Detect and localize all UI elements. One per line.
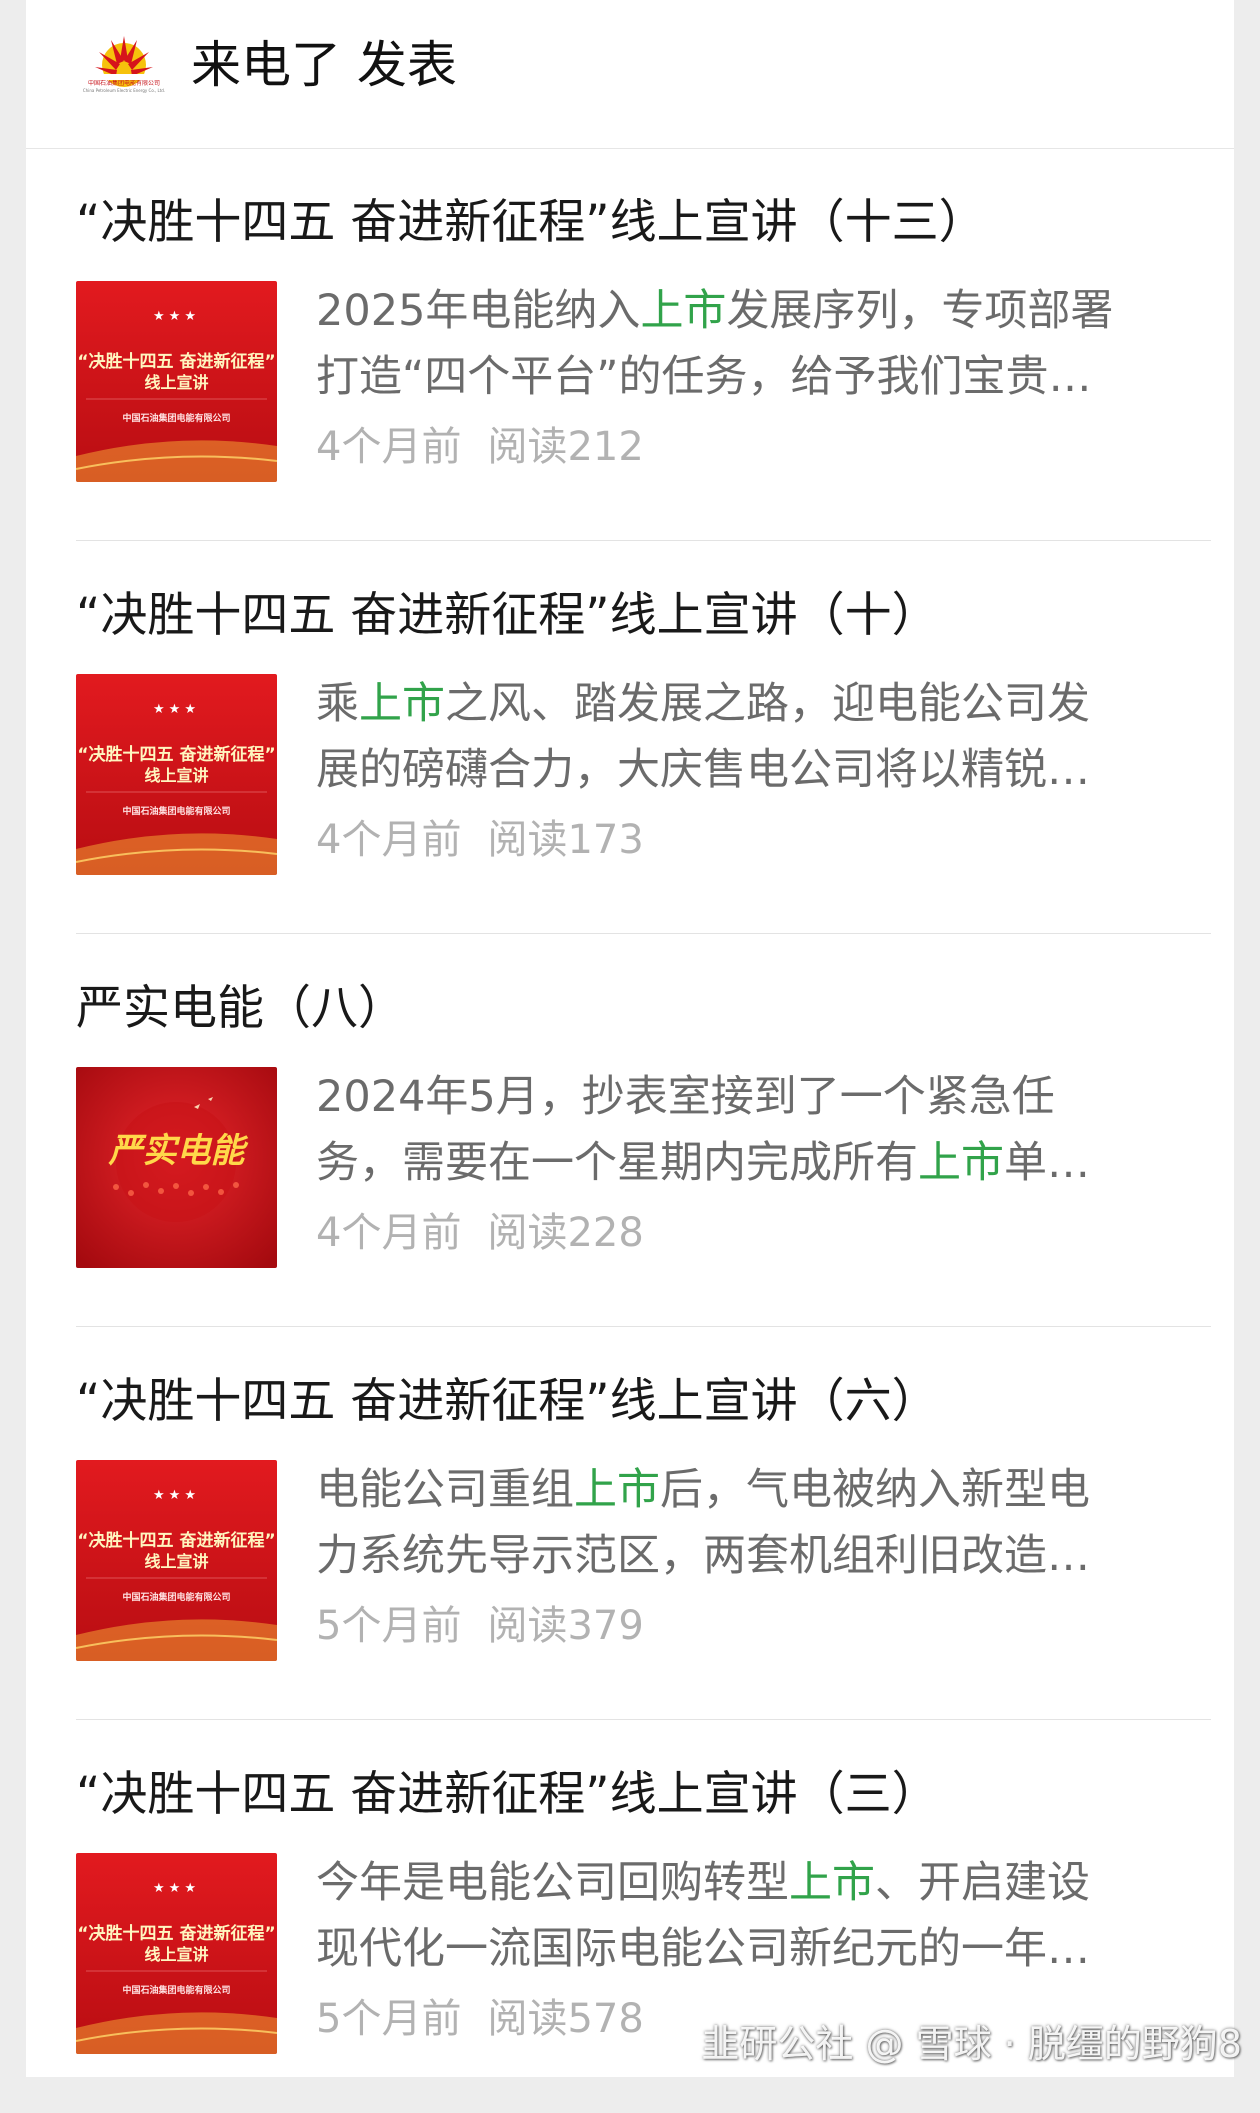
article-title[interactable]: “决胜十四五 奋进新征程”线上宣讲（十三） [76,192,1211,254]
summary-text: 现代化一流国际电能公司新纪元的一年… [316,1924,1090,1974]
summary-text: 后，气电被纳入新型电 [660,1465,1090,1515]
article-summary: 2025年电能纳入上市发展序列，专项部署 打造“四个平台”的任务，给予我们宝贵… [316,278,1211,410]
read-count: 阅读578 [487,1996,644,2042]
summary-text: 2025年电能纳入 [316,286,641,336]
article-meta: 4个月前 阅读173 [316,812,644,868]
article-thumbnail[interactable]: ★★★ “决胜十四五 奋进新征程” 线上宣讲 中国石油集团电能有限公司 [76,674,277,875]
summary-text: 力系统先导示范区，两套机组利旧改造… [316,1531,1090,1581]
summary-text: 单… [1004,1138,1090,1188]
article-summary: 乘上市之风、踏发展之路，迎电能公司发 展的磅礴合力，大庆售电公司将以精锐… [316,671,1211,803]
thumb-title-line2: 线上宣讲 [144,373,209,392]
summary-text: 展的磅礴合力，大庆售电公司将以精锐… [316,745,1090,795]
account-header-title: 来电了 发表 [191,36,457,94]
publish-time: 4个月前 [316,424,462,470]
account-header: 中国石油集团电能有限公司 China Petroleum Electric En… [26,0,1234,149]
publish-time: 5个月前 [316,1996,462,2042]
article-item[interactable]: “决胜十四五 奋进新征程”线上宣讲（六） ★★★ “决胜十四五 奋进新征程” 线… [76,1327,1211,1720]
article-title[interactable]: “决胜十四五 奋进新征程”线上宣讲（三） [76,1764,1211,1826]
article-title[interactable]: “决胜十四五 奋进新征程”线上宣讲（十） [76,585,1211,647]
summary-keyword-highlight: 上市 [640,286,727,336]
summary-text: 、开启建设 [875,1858,1090,1908]
publish-time: 5个月前 [316,1603,462,1649]
summary-text: 今年是电能公司回购转型 [316,1858,789,1908]
summary-text: 之风、踏发展之路，迎电能公司发 [445,679,1090,729]
thumb-title-line2: 线上宣讲 [144,766,209,785]
thumb-stars-icon: ★★★ [153,1488,200,1503]
article-thumbnail[interactable]: ★★★ “决胜十四五 奋进新征程” 线上宣讲 中国石油集团电能有限公司 [76,1460,277,1661]
summary-keyword-highlight: 上市 [918,1138,1004,1188]
article-list-card: 中国石油集团电能有限公司 China Petroleum Electric En… [26,0,1234,2077]
article-thumbnail[interactable]: 严实电能 [76,1067,277,1268]
watermark: 韭研公社 @ 雪球 · 脱缰的野狗8 [701,2022,1242,2066]
summary-text: 打造“四个平台”的任务，给予我们宝贵… [316,352,1092,402]
thumb-stars-icon: ★★★ [153,309,200,324]
article-item[interactable]: 严实电能（八） 严实电能 2024年5月，抄表室接到了一个紧急任 务，需要在一个… [76,934,1211,1327]
logo-caption-english: China Petroleum Electric Energy Co., Ltd… [82,88,166,93]
publish-time: 4个月前 [316,1210,462,1256]
article-meta: 5个月前 阅读379 [316,1598,644,1654]
article-meta: 4个月前 阅读228 [316,1205,644,1261]
article-item[interactable]: “决胜十四五 奋进新征程”线上宣讲（十） ★★★ “决胜十四五 奋进新征程” 线… [76,541,1211,934]
publish-time: 4个月前 [316,817,462,863]
article-title[interactable]: 严实电能（八） [76,978,1211,1040]
summary-text: 2024年5月，抄表室接到了一个紧急任 [316,1072,1055,1122]
thumb-title-line2: 线上宣讲 [144,1552,209,1571]
logo-caption: 中国石油集团电能有限公司 [87,80,160,87]
article-summary: 今年是电能公司回购转型上市、开启建设 现代化一流国际电能公司新纪元的一年… [316,1850,1211,1982]
thumb-stars-icon: ★★★ [153,1881,200,1896]
thumb-stars-icon: ★★★ [153,702,200,717]
article-thumbnail[interactable]: ★★★ “决胜十四五 奋进新征程” 线上宣讲 中国石油集团电能有限公司 [76,281,277,482]
summary-keyword-highlight: 上市 [789,1858,875,1908]
thumb-organization: 中国石油集团电能有限公司 [122,1593,231,1603]
article-thumbnail[interactable]: ★★★ “决胜十四五 奋进新征程” 线上宣讲 中国石油集团电能有限公司 [76,1853,277,2054]
summary-text: 务，需要在一个星期内完成所有 [316,1138,918,1188]
article-meta: 4个月前 阅读212 [316,419,644,475]
read-count: 阅读212 [487,424,644,470]
summary-keyword-highlight: 上市 [359,679,445,729]
read-count: 阅读173 [487,817,644,863]
article-summary: 2024年5月，抄表室接到了一个紧急任 务，需要在一个星期内完成所有上市单… [316,1064,1211,1196]
thumb-script-title: 严实电能 [108,1131,245,1171]
article-item[interactable]: “决胜十四五 奋进新征程”线上宣讲（十三） ★★★ “决胜十四五 奋进新征程” … [76,148,1211,541]
summary-text: 电能公司重组 [316,1465,574,1515]
summary-text: 乘 [316,679,359,729]
article-meta: 5个月前 阅读578 [316,1991,644,2047]
thumb-organization: 中国石油集团电能有限公司 [122,807,231,817]
summary-keyword-highlight: 上市 [574,1465,660,1515]
summary-text: 发展序列，专项部署 [726,286,1114,336]
read-count: 阅读228 [487,1210,644,1256]
thumb-organization: 中国石油集团电能有限公司 [122,1986,231,1996]
article-title[interactable]: “决胜十四五 奋进新征程”线上宣讲（六） [76,1371,1211,1433]
thumb-organization: 中国石油集团电能有限公司 [122,414,231,424]
article-summary: 电能公司重组上市后，气电被纳入新型电 力系统先导示范区，两套机组利旧改造… [316,1457,1211,1589]
read-count: 阅读379 [487,1603,644,1649]
thumb-title-line2: 线上宣讲 [144,1945,209,1964]
